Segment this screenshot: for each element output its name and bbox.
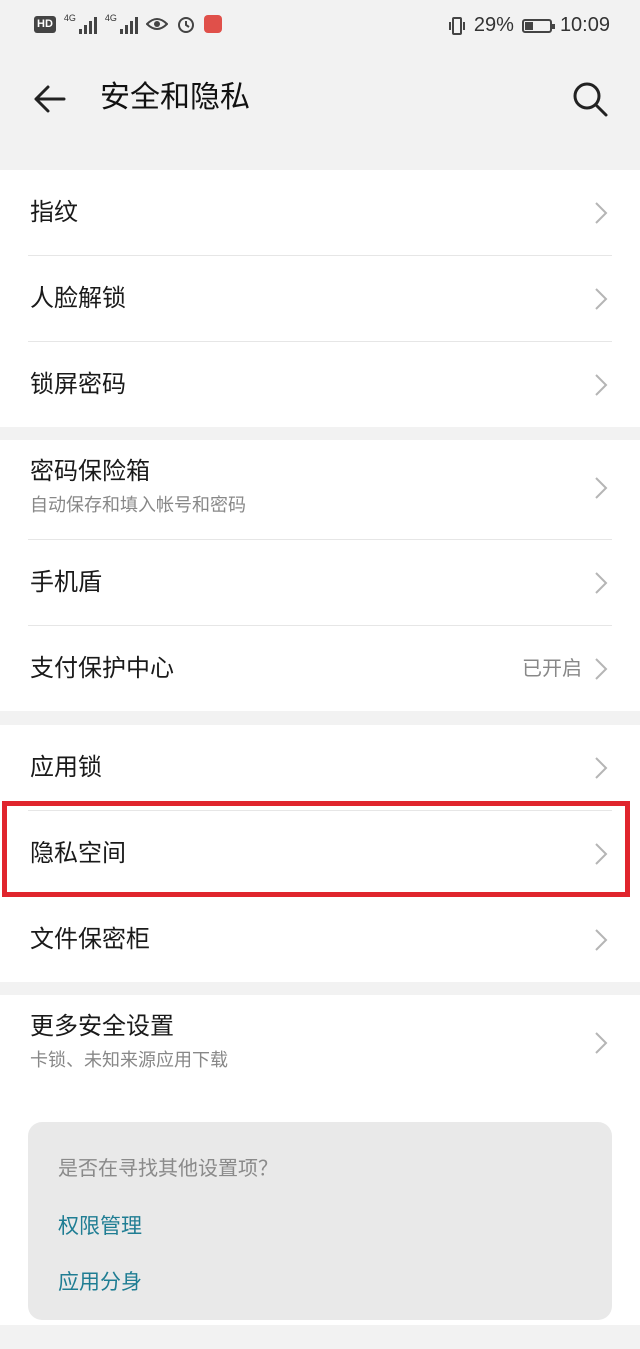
eye-icon — [145, 18, 168, 30]
chevron-right-icon — [595, 843, 608, 865]
row-label: 隐私空间 — [30, 839, 126, 867]
chevron-right-icon — [595, 929, 608, 951]
row-payment-protection[interactable]: 支付保护中心 已开启 — [0, 626, 640, 711]
signal-icon: 4G — [105, 14, 138, 34]
row-private-space[interactable]: 隐私空间 — [0, 811, 640, 896]
clock: 10:09 — [559, 14, 610, 36]
row-face-unlock[interactable]: 人脸解锁 — [0, 256, 640, 341]
row-lock-screen-password[interactable]: 锁屏密码 — [0, 342, 640, 427]
signal-icon: 4G — [64, 14, 97, 34]
row-fingerprint[interactable]: 指纹 — [0, 170, 640, 255]
network-type: 4G — [104, 13, 117, 23]
row-app-lock[interactable]: 应用锁 — [0, 725, 640, 810]
settings-group-security: 密码保险箱 自动保存和填入帐号和密码 手机盾 支付保护中心 已开启 — [0, 440, 640, 711]
app-bar: 安全和隐私 — [0, 55, 640, 140]
row-phone-shield[interactable]: 手机盾 — [0, 540, 640, 625]
chevron-right-icon — [595, 757, 608, 779]
chevron-right-icon — [595, 288, 608, 310]
page-title: 安全和隐私 — [100, 80, 250, 115]
search-icon[interactable] — [570, 79, 610, 119]
row-label: 文件保密柜 — [30, 925, 150, 953]
chevron-right-icon — [595, 658, 608, 680]
vibrate-icon — [448, 16, 465, 35]
suggestion-card: 是否在寻找其他设置项？ 权限管理 应用分身 — [28, 1122, 612, 1320]
row-label: 密码保险箱 — [30, 457, 150, 485]
status-right: 29% 10:09 — [448, 14, 610, 37]
status-left: HD 4G 4G — [34, 14, 222, 34]
network-type: 4G — [63, 13, 76, 23]
settings-group-biometrics: 指纹 人脸解锁 锁屏密码 — [0, 170, 640, 427]
hd-badge: HD — [34, 15, 56, 33]
alarm-icon — [177, 17, 194, 33]
row-password-vault[interactable]: 密码保险箱 自动保存和填入帐号和密码 — [0, 440, 640, 539]
chevron-right-icon — [595, 477, 608, 499]
row-label: 更多安全设置 — [30, 1012, 174, 1040]
row-file-safe[interactable]: 文件保密柜 — [0, 897, 640, 982]
chevron-right-icon — [595, 1032, 608, 1054]
link-app-twin[interactable]: 应用分身 — [58, 1266, 142, 1296]
row-more-security[interactable]: 更多安全设置 卡锁、未知来源应用下载 — [0, 995, 640, 1094]
link-permission-management[interactable]: 权限管理 — [58, 1210, 142, 1240]
row-label: 应用锁 — [30, 753, 102, 781]
arrow-left-icon[interactable] — [30, 79, 70, 119]
battery-percent: 29% — [473, 14, 514, 36]
chevron-right-icon — [595, 374, 608, 396]
row-label: 支付保护中心 — [30, 654, 174, 682]
suggestion-question: 是否在寻找其他设置项？ — [58, 1156, 278, 1180]
chevron-right-icon — [595, 202, 608, 224]
battery-icon — [521, 18, 555, 33]
row-label: 指纹 — [30, 198, 78, 226]
row-label: 人脸解锁 — [30, 284, 126, 312]
row-value: 已开启 — [522, 656, 582, 680]
chevron-right-icon — [595, 572, 608, 594]
row-label: 手机盾 — [30, 568, 102, 596]
app-notification-icon — [203, 15, 222, 33]
row-label: 锁屏密码 — [30, 370, 126, 398]
row-subtitle: 自动保存和填入帐号和密码 — [30, 495, 246, 516]
row-subtitle: 卡锁、未知来源应用下载 — [30, 1050, 228, 1071]
settings-group-privacy: 应用锁 隐私空间 文件保密柜 — [0, 725, 640, 982]
status-bar: HD 4G 4G 29% 10:09 — [0, 0, 640, 55]
